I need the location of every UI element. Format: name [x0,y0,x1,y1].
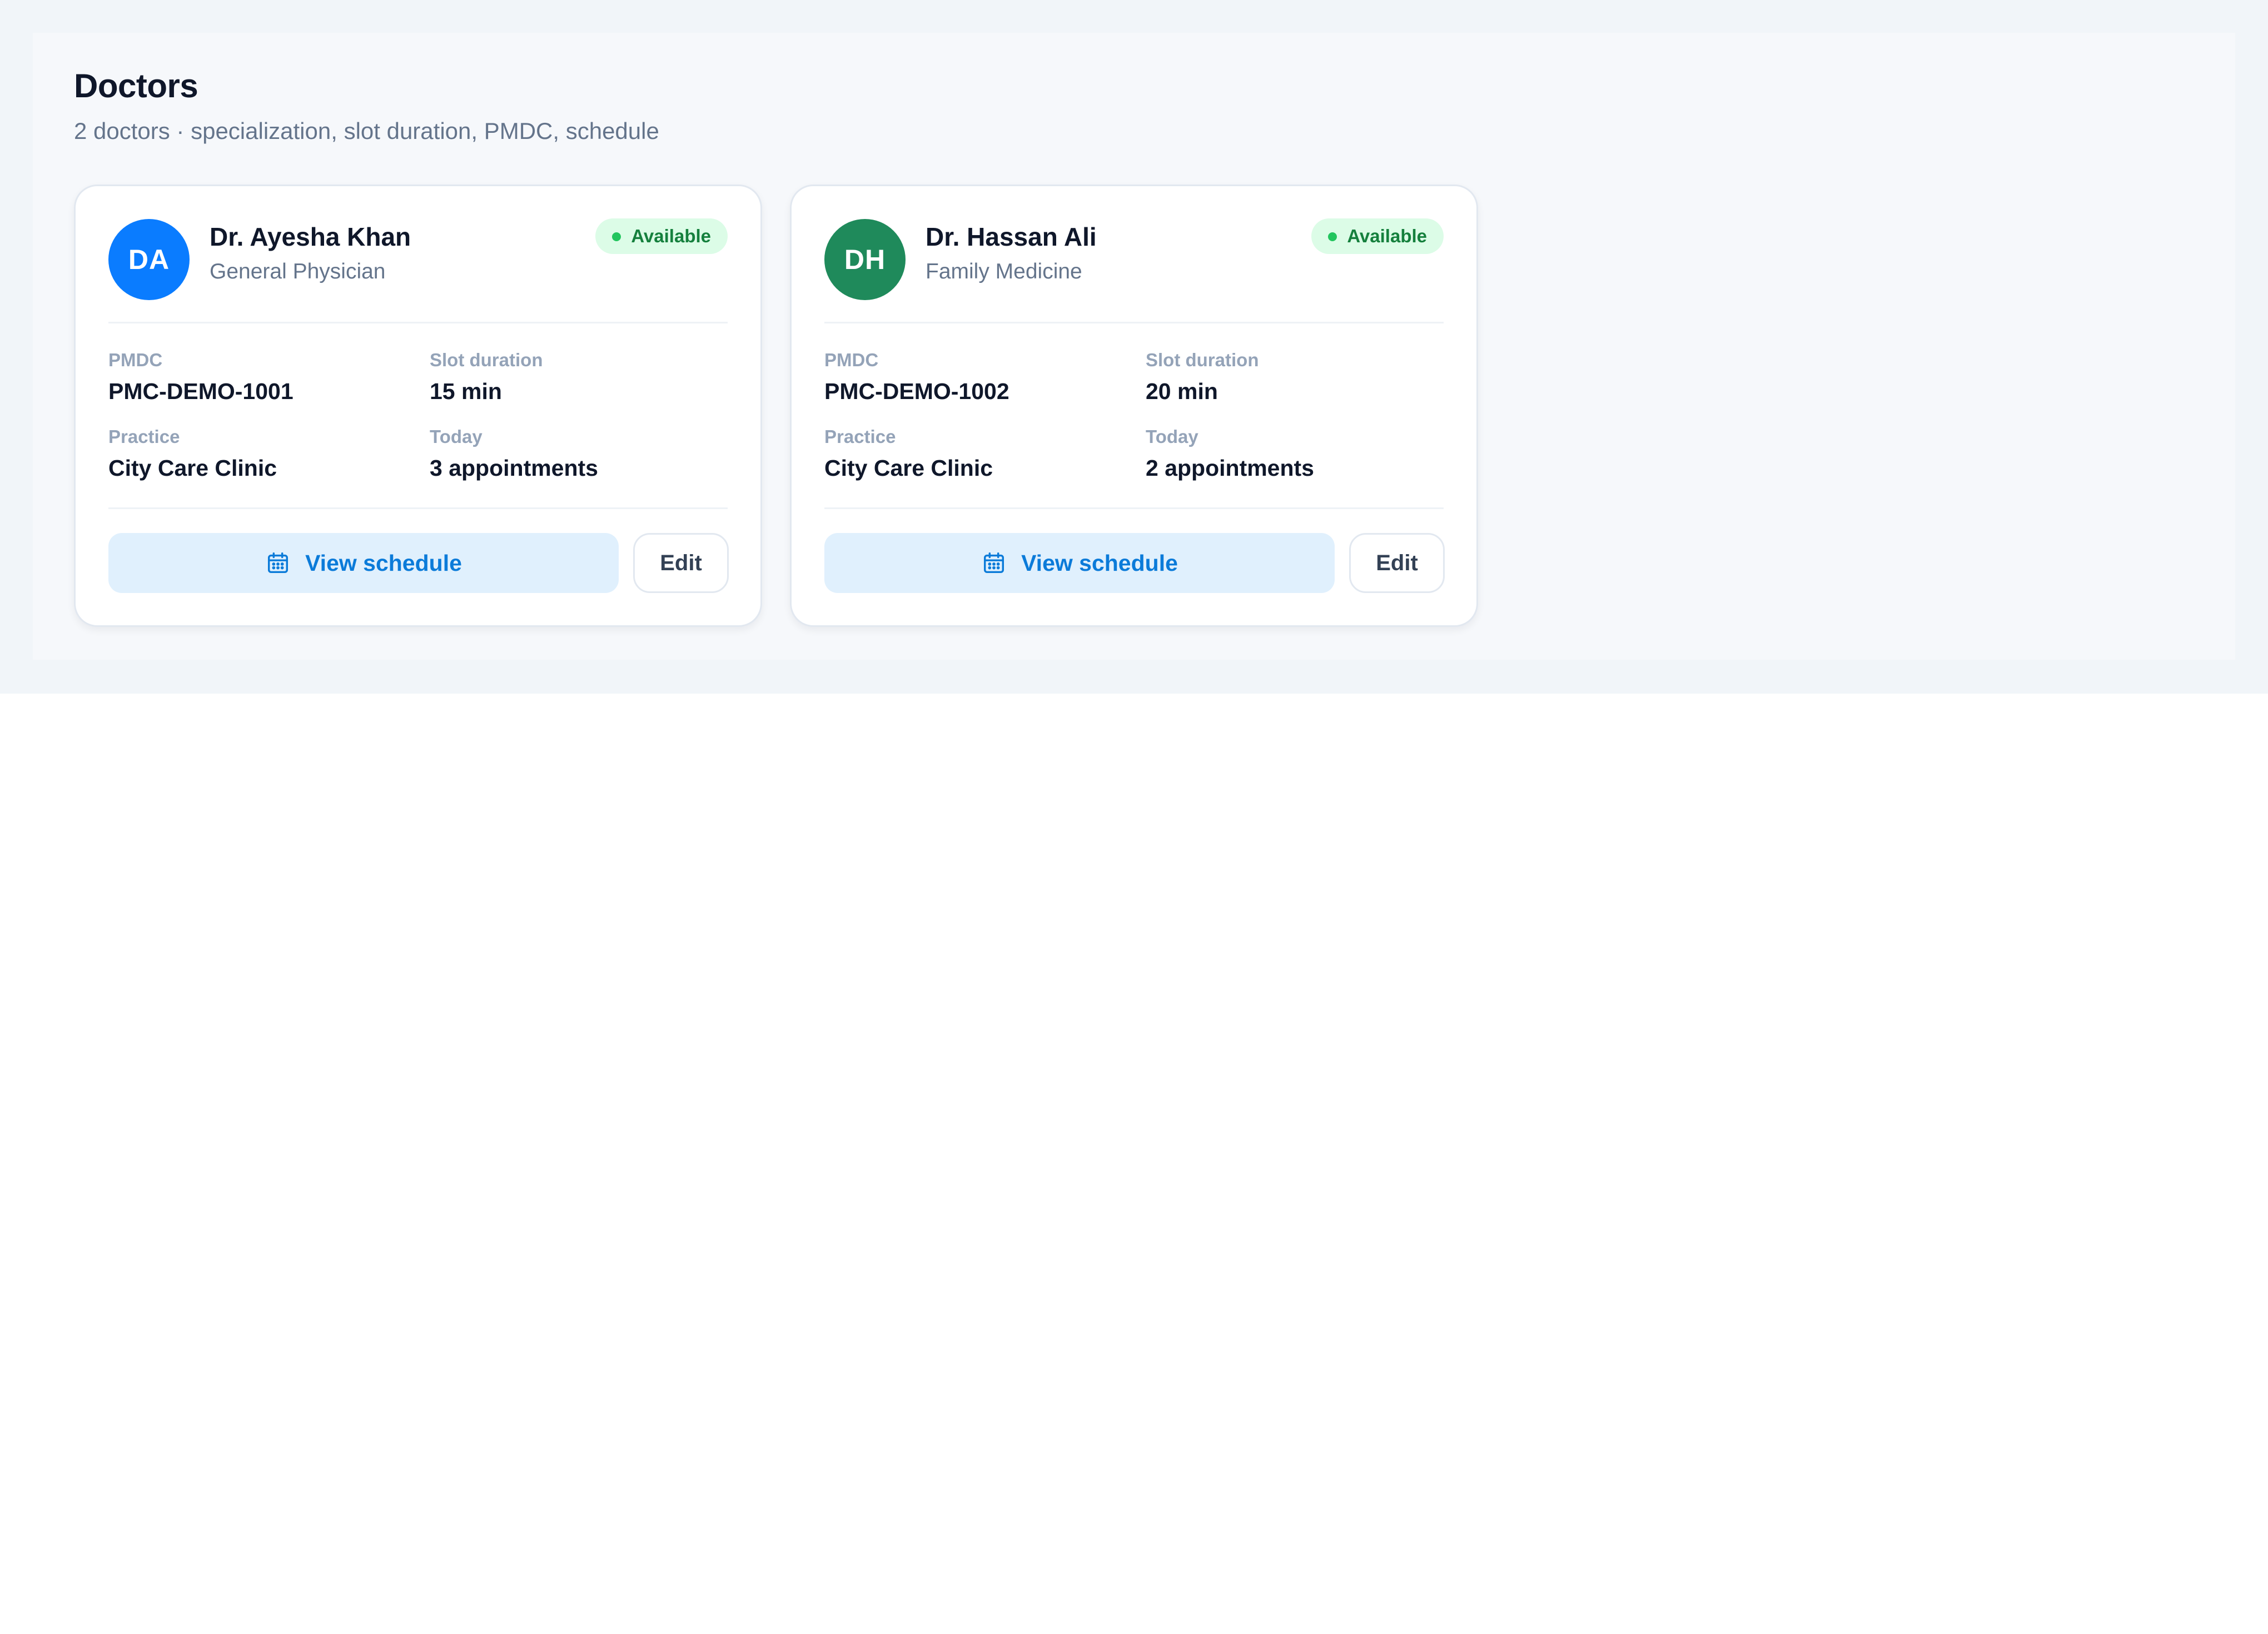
calendar-icon [265,550,291,576]
edit-button[interactable]: Edit [633,533,729,593]
divider [824,507,1444,509]
status-badge-label: Available [631,226,711,246]
divider [108,507,728,509]
pmdc-value: PMC-DEMO-1001 [108,378,294,404]
view-schedule-label: View schedule [1021,550,1178,576]
doctor-specialization: General Physician [210,260,386,283]
page-background: Doctors 2 doctors · specialization, slot… [0,0,2268,694]
avatar: DA [108,219,190,300]
status-dot-icon [1328,232,1337,241]
practice-value: City Care Clinic [108,455,277,481]
slot-duration-label: Slot duration [430,350,543,370]
status-dot-icon [612,232,621,241]
pmdc-label: PMDC [824,350,879,370]
doctor-card: DH Dr. Hassan Ali Family Medicine Availa… [790,185,1478,627]
practice-label: Practice [108,426,180,447]
slot-duration-value: 15 min [430,378,502,404]
view-schedule-button[interactable]: View schedule [108,533,619,593]
status-badge: Available [595,218,728,254]
calendar-icon [981,550,1007,576]
practice-value: City Care Clinic [824,455,993,481]
doctor-specialization: Family Medicine [926,260,1082,283]
doctor-name: Dr. Ayesha Khan [210,222,411,251]
today-label: Today [430,426,483,447]
divider [108,322,728,323]
slot-duration-label: Slot duration [1146,350,1259,370]
doctor-card: DA Dr. Ayesha Khan General Physician Ava… [74,185,762,627]
doctor-name: Dr. Hassan Ali [926,222,1097,251]
practice-label: Practice [824,426,896,447]
view-schedule-label: View schedule [305,550,462,576]
today-appointments-value: 2 appointments [1146,455,1314,481]
today-appointments-value: 3 appointments [430,455,598,481]
page-subtitle: 2 doctors · specialization, slot duratio… [74,118,659,144]
status-badge: Available [1311,218,1444,254]
slot-duration-value: 20 min [1146,378,1218,404]
avatar: DH [824,219,906,300]
today-label: Today [1146,426,1198,447]
divider [824,322,1444,323]
pmdc-value: PMC-DEMO-1002 [824,378,1009,404]
edit-button[interactable]: Edit [1349,533,1445,593]
view-schedule-button[interactable]: View schedule [824,533,1335,593]
status-badge-label: Available [1347,226,1427,246]
pmdc-label: PMDC [108,350,163,370]
page-title: Doctors [74,67,198,104]
